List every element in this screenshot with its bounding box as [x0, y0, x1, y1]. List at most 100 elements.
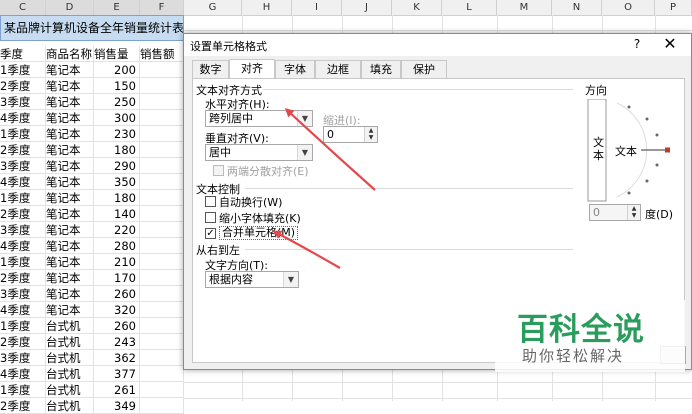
- table-cell[interactable]: 377: [94, 366, 140, 382]
- table-cell[interactable]: 笔记本: [46, 110, 94, 126]
- table-cell[interactable]: 台式机: [46, 334, 94, 350]
- column-header[interactable]: D: [46, 0, 94, 15]
- spinner-icon[interactable]: ▲ ▼: [364, 127, 377, 142]
- tab-protection[interactable]: 保护: [401, 60, 447, 78]
- table-cell[interactable]: 4季度: [0, 174, 46, 190]
- table-cell[interactable]: 290: [94, 158, 140, 174]
- table-cell[interactable]: [140, 382, 184, 398]
- column-header[interactable]: L: [442, 0, 497, 15]
- table-cell[interactable]: [140, 398, 184, 414]
- table-cell[interactable]: 260: [94, 318, 140, 334]
- table-cell[interactable]: 349: [94, 398, 140, 414]
- table-cell[interactable]: 260: [94, 286, 140, 302]
- table-cell[interactable]: [140, 174, 184, 190]
- table-cell[interactable]: 笔记本: [46, 158, 94, 174]
- table-cell[interactable]: 280: [94, 238, 140, 254]
- table-cell[interactable]: [140, 158, 184, 174]
- table-cell[interactable]: 笔记本: [46, 270, 94, 286]
- column-header[interactable]: O: [602, 0, 655, 15]
- table-cell[interactable]: 3季度: [0, 222, 46, 238]
- column-header[interactable]: M: [497, 0, 552, 15]
- table-cell[interactable]: 3季度: [0, 350, 46, 366]
- merge-cells-checkbox[interactable]: ✓: [205, 228, 216, 239]
- column-header[interactable]: F: [140, 0, 184, 15]
- table-cell[interactable]: 笔记本: [46, 238, 94, 254]
- horizontal-align-select[interactable]: 跨列居中 ▼: [205, 110, 313, 127]
- table-cell[interactable]: 笔记本: [46, 94, 94, 110]
- column-header[interactable]: G: [184, 0, 242, 15]
- text-direction-select[interactable]: 根据内容 ▼: [205, 271, 299, 288]
- table-cell[interactable]: 笔记本: [46, 206, 94, 222]
- table-cell[interactable]: 笔记本: [46, 126, 94, 142]
- table-cell[interactable]: 243: [94, 334, 140, 350]
- table-cell[interactable]: [140, 334, 184, 350]
- table-cell[interactable]: [140, 94, 184, 110]
- table-cell[interactable]: 250: [94, 94, 140, 110]
- table-cell[interactable]: 300: [94, 110, 140, 126]
- help-icon[interactable]: ?: [630, 37, 644, 51]
- table-cell[interactable]: 261: [94, 382, 140, 398]
- table-cell[interactable]: 笔记本: [46, 142, 94, 158]
- table-cell[interactable]: [140, 238, 184, 254]
- tab-number[interactable]: 数字: [192, 60, 229, 78]
- table-cell[interactable]: 362: [94, 350, 140, 366]
- table-cell[interactable]: [140, 286, 184, 302]
- table-cell[interactable]: [140, 302, 184, 318]
- degree-stepper[interactable]: 0 ▲ ▼: [589, 204, 641, 221]
- table-cell[interactable]: 1季度: [0, 126, 46, 142]
- table-cell[interactable]: 1季度: [0, 62, 46, 78]
- shrink-to-fit-checkbox[interactable]: [205, 212, 216, 223]
- table-cell[interactable]: 4季度: [0, 110, 46, 126]
- table-cell[interactable]: 笔记本: [46, 286, 94, 302]
- table-cell[interactable]: 3季度: [0, 286, 46, 302]
- table-cell[interactable]: 2季度: [0, 142, 46, 158]
- table-cell[interactable]: 4季度: [0, 238, 46, 254]
- table-cell[interactable]: 4季度: [0, 366, 46, 382]
- table-cell[interactable]: 笔记本: [46, 222, 94, 238]
- table-cell[interactable]: 210: [94, 254, 140, 270]
- column-header[interactable]: N: [552, 0, 602, 15]
- table-cell[interactable]: [140, 206, 184, 222]
- table-cell[interactable]: [140, 318, 184, 334]
- table-cell[interactable]: 笔记本: [46, 302, 94, 318]
- tab-font[interactable]: 字体: [275, 60, 315, 78]
- column-header[interactable]: P: [655, 0, 692, 15]
- header-cell-sales[interactable]: 销售额: [140, 46, 184, 62]
- table-cell[interactable]: 台式机: [46, 318, 94, 334]
- table-cell[interactable]: 笔记本: [46, 254, 94, 270]
- table-cell[interactable]: 3季度: [0, 158, 46, 174]
- vertical-align-select[interactable]: 居中 ▼: [205, 144, 313, 161]
- table-cell[interactable]: 150: [94, 78, 140, 94]
- table-cell[interactable]: [140, 222, 184, 238]
- table-cell[interactable]: 笔记本: [46, 174, 94, 190]
- table-cell[interactable]: 1季度: [0, 318, 46, 334]
- table-cell[interactable]: 台式机: [46, 398, 94, 414]
- table-cell[interactable]: 2季度: [0, 398, 46, 414]
- table-cell[interactable]: 320: [94, 302, 140, 318]
- table-cell[interactable]: 2季度: [0, 270, 46, 286]
- table-cell[interactable]: 220: [94, 222, 140, 238]
- table-cell[interactable]: 180: [94, 190, 140, 206]
- table-cell[interactable]: 2季度: [0, 334, 46, 350]
- wrap-text-checkbox[interactable]: [205, 196, 216, 207]
- spinner-icon[interactable]: ▲ ▼: [627, 205, 640, 220]
- tab-border[interactable]: 边框: [315, 60, 361, 78]
- column-header[interactable]: C: [0, 0, 46, 15]
- table-cell[interactable]: [140, 366, 184, 382]
- table-cell[interactable]: 笔记本: [46, 190, 94, 206]
- tab-fill[interactable]: 填充: [361, 60, 401, 78]
- column-header[interactable]: H: [242, 0, 292, 15]
- column-header[interactable]: I: [292, 0, 342, 15]
- table-cell[interactable]: [140, 350, 184, 366]
- close-icon[interactable]: ✕: [662, 35, 678, 53]
- table-cell[interactable]: 笔记本: [46, 62, 94, 78]
- indent-stepper[interactable]: 0 ▲ ▼: [323, 126, 378, 143]
- header-cell-quarter[interactable]: 季度: [0, 46, 46, 62]
- column-header[interactable]: K: [392, 0, 442, 15]
- table-cell[interactable]: [140, 110, 184, 126]
- header-cell-volume[interactable]: 销售量: [94, 46, 140, 62]
- table-cell[interactable]: 笔记本: [46, 78, 94, 94]
- table-cell[interactable]: 台式机: [46, 382, 94, 398]
- table-cell[interactable]: [140, 270, 184, 286]
- header-cell-product[interactable]: 商品名称: [46, 46, 94, 62]
